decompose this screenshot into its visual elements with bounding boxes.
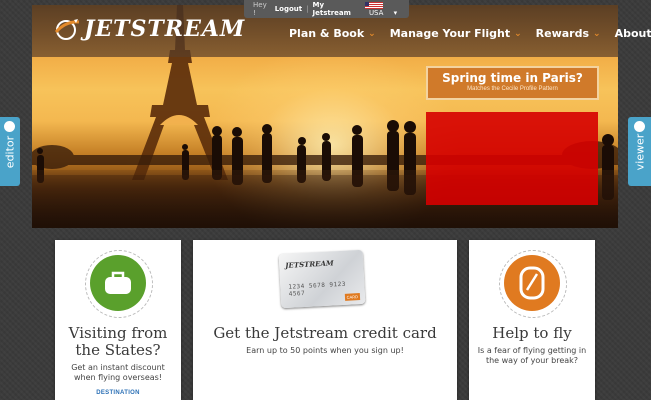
destination-link[interactable]: DESTINATION bbox=[55, 390, 181, 396]
chevron-down-icon: ▾ bbox=[393, 9, 398, 17]
card-desc: Earn up to 50 points when you sign up! bbox=[246, 346, 404, 355]
nav-plan-book[interactable]: Plan & Book ⌄ bbox=[282, 27, 383, 40]
airplane-window-icon bbox=[519, 266, 545, 300]
card-visiting-states[interactable]: Visiting from the States? Get an instant… bbox=[55, 240, 181, 400]
nav-label: Manage Your Flight bbox=[389, 27, 511, 40]
viewer-label: viewer bbox=[633, 133, 646, 170]
credit-card-image: JETSTREAM 1234 5678 9123 4567 CARD bbox=[278, 249, 366, 309]
editor-icon bbox=[4, 121, 15, 132]
utility-bar: Hey ! Logout | My Jetstream USA ▾ bbox=[244, 0, 409, 18]
country-selector[interactable]: USA ▾ bbox=[361, 1, 409, 17]
editor-tab[interactable]: editor bbox=[0, 117, 20, 186]
icon-circle bbox=[90, 255, 146, 311]
chevron-down-icon: ⌄ bbox=[593, 28, 601, 39]
card-desc: Is a fear of flying getting in the way o… bbox=[477, 346, 587, 365]
nav-label: About bbox=[614, 27, 651, 40]
nav-label: Rewards bbox=[535, 27, 590, 40]
brand-logo[interactable]: JETSTREAM bbox=[54, 16, 245, 42]
nav-about[interactable]: About⌄ bbox=[608, 27, 651, 40]
card-credit-card[interactable]: JETSTREAM 1234 5678 9123 4567 CARD Get t… bbox=[193, 240, 457, 400]
suitcase-icon bbox=[105, 271, 131, 294]
highlight-region bbox=[426, 112, 598, 205]
logout-link[interactable]: Logout bbox=[271, 5, 306, 13]
brand-name: JETSTREAM bbox=[84, 16, 246, 42]
chevron-down-icon: ⌄ bbox=[368, 28, 376, 39]
editor-label: editor bbox=[3, 135, 17, 168]
card-title: Visiting from the States? bbox=[68, 324, 168, 359]
viewer-tab[interactable]: viewer bbox=[628, 117, 651, 186]
card-title: Get the Jetstream credit card bbox=[213, 324, 437, 342]
card-tag: CARD bbox=[344, 293, 361, 301]
promo-subtitle: Matches the Cecile Profile Pattern bbox=[467, 86, 558, 92]
promo-banner[interactable]: Spring time in Paris? Matches the Cecile… bbox=[426, 66, 599, 100]
icon-circle bbox=[504, 255, 560, 311]
card-help-to-fly[interactable]: Help to fly Is a fear of flying getting … bbox=[469, 240, 595, 400]
nav-manage-flight[interactable]: Manage Your Flight ⌄ bbox=[383, 27, 529, 40]
nav-label: Plan & Book bbox=[289, 27, 365, 40]
country-label: USA bbox=[368, 9, 384, 17]
promo-title: Spring time in Paris? bbox=[442, 71, 583, 85]
greeting-text: Hey ! bbox=[253, 1, 267, 17]
card-desc: Get an instant discount when flying over… bbox=[71, 363, 165, 382]
main-nav: Plan & Book ⌄ Manage Your Flight ⌄ Rewards… bbox=[282, 27, 651, 40]
my-jetstream-link[interactable]: My Jetstream bbox=[309, 1, 355, 17]
viewer-icon bbox=[634, 121, 645, 132]
us-flag-icon bbox=[364, 1, 383, 9]
card-title: Help to fly bbox=[492, 324, 572, 342]
nav-rewards[interactable]: Rewards ⌄ bbox=[529, 27, 608, 40]
jetstream-globe-icon bbox=[54, 19, 80, 40]
chevron-down-icon: ⌄ bbox=[514, 28, 522, 39]
card-brand: JETSTREAM bbox=[285, 258, 334, 270]
